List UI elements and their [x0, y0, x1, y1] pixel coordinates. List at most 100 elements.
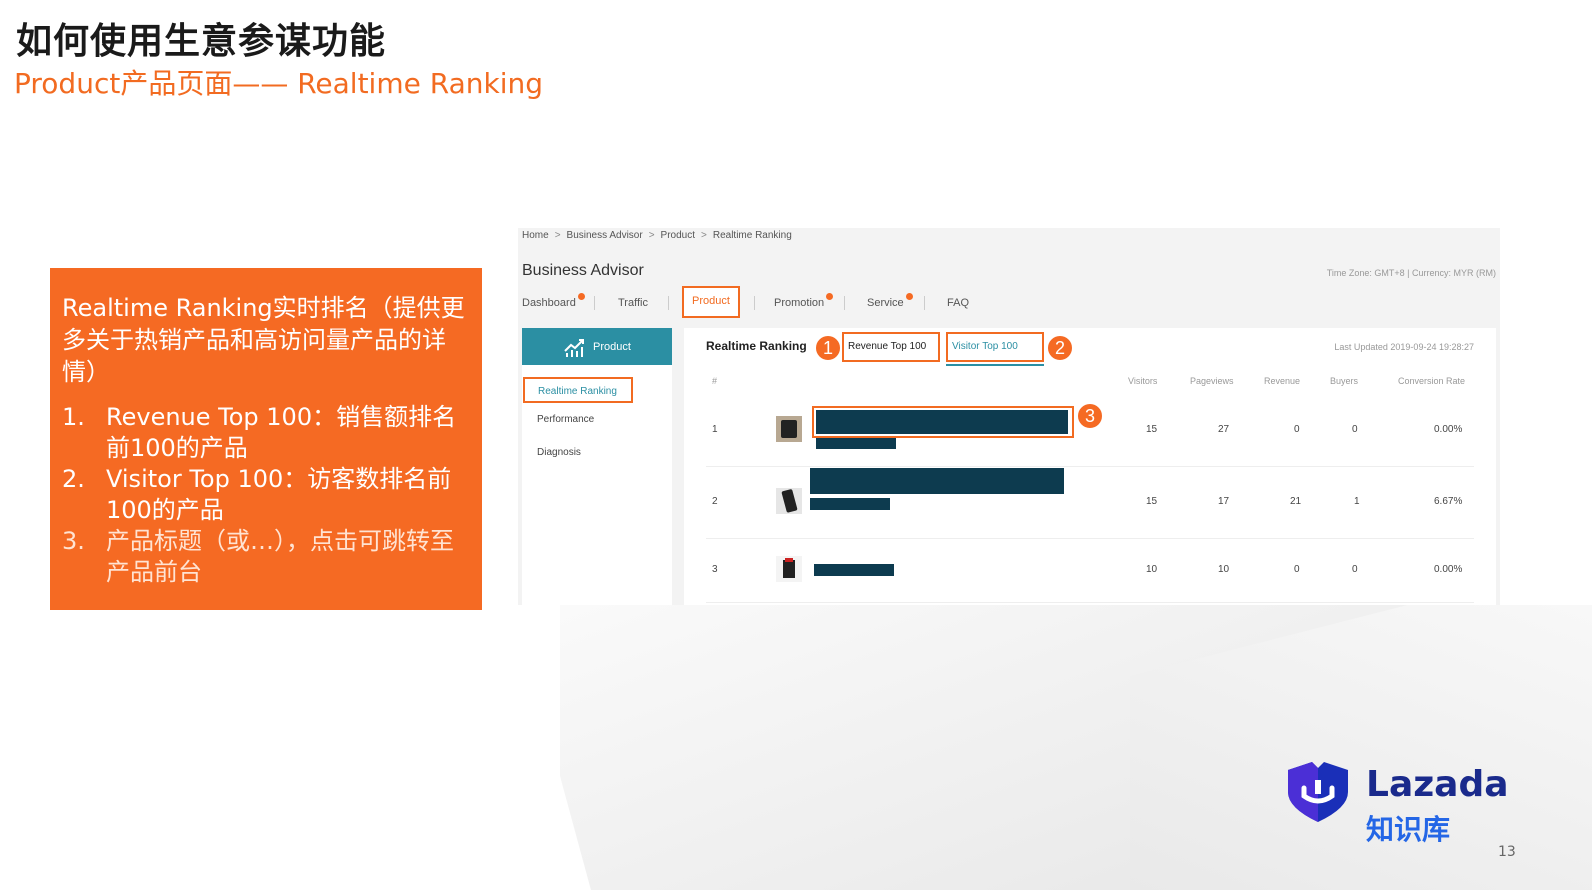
row-rank: 1 — [712, 424, 718, 435]
tab-faq[interactable]: FAQ — [947, 288, 969, 318]
row-buyers: 1 — [1354, 496, 1360, 507]
row-visitors: 15 — [1146, 424, 1158, 435]
column-header-conversion-rate[interactable]: Conversion Rate — [1398, 376, 1465, 386]
lazada-knowledge-base: 知识库 — [1366, 813, 1451, 846]
product-thumbnail-icon[interactable] — [776, 556, 802, 582]
tab-divider — [668, 296, 669, 310]
row-rank: 2 — [712, 496, 718, 507]
info-item-text: Revenue Top 100：销售额排名前100的产品 — [106, 403, 457, 462]
lazada-logo: Lazada 知识库 — [1282, 762, 1509, 852]
tab-label: Dashboard — [522, 297, 576, 309]
annotation-highlight-box — [812, 406, 1074, 438]
product-thumbnail-icon[interactable] — [776, 416, 802, 442]
annotation-badge-3: 3 — [1076, 402, 1104, 430]
row-rank: 3 — [712, 564, 718, 575]
row-conversion-rate: 0.00% — [1434, 424, 1463, 435]
app-title: Business Advisor — [522, 262, 644, 279]
tab-divider — [924, 296, 925, 310]
row-conversion-rate: 0.00% — [1434, 564, 1463, 575]
chart-trend-icon — [564, 338, 585, 357]
tab-dashboard[interactable]: Dashboard — [522, 288, 585, 318]
row-revenue: 0 — [1294, 564, 1300, 575]
breadcrumb-separator: > — [648, 230, 655, 241]
business-advisor-screenshot: Home > Business Advisor > Product > Realtime R… — [518, 228, 1500, 605]
sidebar-item-diagnosis[interactable]: Diagnosis — [522, 436, 672, 469]
breadcrumb-home[interactable]: Home — [522, 230, 549, 241]
breadcrumb-separator: > — [701, 230, 707, 241]
annotation-badge-2: 2 — [1046, 334, 1074, 362]
annotation-badge-1: 1 — [814, 334, 842, 362]
info-box: Realtime Ranking实时排名（提供更多关于热销产品和高访问量产品的详… — [50, 268, 482, 610]
ranking-title: Realtime Ranking — [706, 339, 807, 353]
product-thumbnail-icon[interactable] — [776, 488, 802, 514]
info-item-number: 1. — [62, 403, 85, 431]
tab-product[interactable]: Product — [682, 286, 740, 318]
breadcrumb-separator: > — [554, 230, 561, 241]
tab-revenue-top-100[interactable]: Revenue Top 100 — [842, 332, 940, 362]
column-header-buyers[interactable]: Buyers — [1330, 376, 1358, 386]
tab-label: Promotion — [774, 297, 825, 309]
row-pageviews: 27 — [1218, 424, 1230, 435]
sidebar: Product Realtime Ranking Performance Dia… — [522, 328, 672, 605]
row-revenue: 21 — [1290, 496, 1302, 507]
row-revenue: 0 — [1294, 424, 1300, 435]
product-subtitle-redacted — [816, 438, 896, 449]
info-item-1: 1. Revenue Top 100：销售额排名前100的产品 — [62, 402, 476, 464]
product-subtitle-redacted — [810, 498, 890, 510]
tab-label: Product — [692, 295, 730, 307]
sidebar-header-label: Product — [593, 340, 631, 353]
active-tab-underline — [946, 364, 1044, 366]
timezone-currency: Time Zone: GMT+8 | Currency: MYR (RM) — [1326, 268, 1496, 278]
info-item-text: Visitor Top 100：访客数排名前100的产品 — [106, 465, 452, 524]
info-item-number: 2. — [62, 465, 85, 493]
breadcrumb-business-advisor[interactable]: Business Advisor — [567, 230, 643, 241]
row-conversion-rate: 6.67% — [1434, 496, 1463, 507]
sidebar-item-realtime-ranking[interactable]: Realtime Ranking — [523, 377, 633, 403]
breadcrumb-product[interactable]: Product — [661, 230, 695, 241]
row-buyers: 0 — [1352, 564, 1358, 575]
column-header-revenue[interactable]: Revenue — [1264, 376, 1300, 386]
notification-dot-icon — [826, 293, 834, 300]
sidebar-item-performance[interactable]: Performance — [522, 403, 672, 436]
table-row: 1 3 15 27 0 0 0.00% — [706, 394, 1474, 467]
tab-promotion[interactable]: Promotion — [774, 288, 834, 318]
notification-dot-icon — [905, 293, 913, 300]
info-item-text: 产品标题（或…），点击可跳转至产品前台 — [106, 527, 454, 586]
info-intro: Realtime Ranking实时排名（提供更多关于热销产品和高访问量产品的详… — [62, 294, 465, 386]
table-row: 2 15 17 21 1 6.67% — [706, 466, 1474, 539]
row-visitors: 15 — [1146, 496, 1158, 507]
info-item-2: 2. Visitor Top 100：访客数排名前100的产品 — [62, 464, 476, 526]
tab-divider — [844, 296, 845, 310]
tab-divider — [594, 296, 595, 310]
info-item-3: 3. 产品标题（或…），点击可跳转至产品前台 — [62, 526, 476, 588]
breadcrumb: Home > Business Advisor > Product > Realtime R… — [522, 230, 792, 241]
column-header-rank: # — [712, 376, 718, 386]
tab-service[interactable]: Service — [867, 288, 913, 318]
tab-divider — [754, 296, 755, 310]
row-pageviews: 17 — [1218, 496, 1230, 507]
lazada-heart-icon — [1288, 762, 1348, 822]
product-title-link[interactable] — [814, 564, 894, 576]
page-number: 13 — [1498, 844, 1516, 860]
notification-dot-icon — [577, 293, 585, 300]
column-header-visitors[interactable]: Visitors — [1128, 376, 1157, 386]
last-updated: Last Updated 2019-09-24 19:28:27 — [1334, 342, 1474, 352]
ranking-header: Realtime Ranking 1 Revenue Top 100 Visit… — [684, 328, 1496, 366]
slide-subtitle: Product产品页面—— Realtime Ranking — [14, 67, 543, 100]
lazada-wordmark: Lazada — [1366, 764, 1509, 805]
tab-label: Service — [867, 297, 904, 309]
tab-traffic[interactable]: Traffic — [618, 288, 648, 318]
tab-label: Traffic — [618, 297, 648, 309]
info-item-number: 3. — [62, 527, 85, 555]
product-title-link[interactable] — [810, 468, 1064, 494]
info-list: 1. Revenue Top 100：销售额排名前100的产品 2. Visit… — [62, 402, 476, 588]
main-tabs: Dashboard Traffic Product Promotion Serv… — [518, 286, 1118, 320]
sidebar-header[interactable]: Product — [522, 328, 672, 365]
row-visitors: 10 — [1146, 564, 1158, 575]
column-header-pageviews[interactable]: Pageviews — [1190, 376, 1234, 386]
row-pageviews: 10 — [1218, 564, 1230, 575]
tab-label: FAQ — [947, 297, 970, 309]
tab-visitor-top-100[interactable]: Visitor Top 100 — [946, 332, 1044, 362]
breadcrumb-realtime-ranking: Realtime Ranking — [712, 230, 792, 241]
ranking-panel: Realtime Ranking 1 Revenue Top 100 Visit… — [684, 328, 1496, 605]
